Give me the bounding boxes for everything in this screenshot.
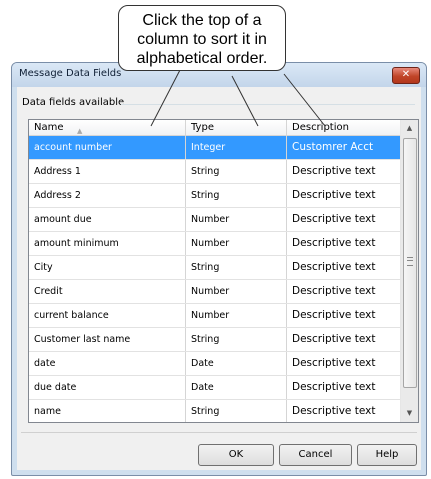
pointer-to-type-column	[231, 75, 259, 127]
callout-line-1: Click the top of a	[142, 12, 262, 29]
callout-line-3: alphabetical order.	[136, 50, 268, 67]
callout-line-2: column to sort it in	[137, 31, 267, 48]
pointer-to-description-column	[283, 73, 326, 127]
callout-pointer-lines	[150, 69, 326, 127]
pointer-to-name-column	[150, 69, 181, 127]
callout-box: Click the top of a column to sort it in …	[118, 5, 286, 71]
